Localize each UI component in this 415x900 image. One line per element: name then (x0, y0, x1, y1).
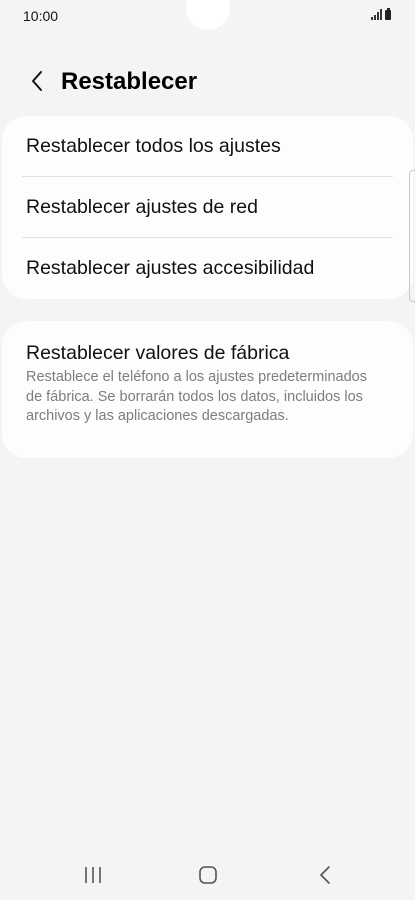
battery-icon (385, 8, 391, 20)
back-icon (320, 866, 330, 884)
status-bar: 10:00 (0, 0, 415, 32)
home-icon (199, 866, 217, 884)
camera-notch (186, 0, 230, 30)
recents-icon (85, 867, 101, 883)
signal-icon (371, 9, 382, 20)
reset-all-settings-label: Restablecer todos los ajustes (26, 135, 281, 157)
reset-all-settings-item[interactable]: Restablecer todos los ajustes (2, 116, 413, 177)
home-button[interactable] (188, 860, 228, 890)
factory-reset-item[interactable]: Restablecer valores de fábrica Restablec… (2, 321, 413, 458)
reset-network-settings-item[interactable]: Restablecer ajustes de red (2, 177, 413, 238)
chevron-left-icon (32, 71, 42, 91)
nav-back-button[interactable] (305, 860, 345, 890)
recents-button[interactable] (73, 860, 113, 890)
factory-reset-title: Restablecer valores de fábrica (26, 342, 290, 364)
factory-reset-card: Restablecer valores de fábrica Restablec… (2, 321, 413, 458)
scrollbar[interactable] (409, 170, 415, 302)
factory-reset-description: Restablece el teléfono a los ajustes pre… (26, 369, 367, 424)
back-button[interactable] (20, 64, 54, 98)
reset-accessibility-settings-label: Restablecer ajustes accesibilidad (26, 257, 315, 279)
status-icons (371, 8, 391, 20)
reset-accessibility-settings-item[interactable]: Restablecer ajustes accesibilidad (2, 238, 413, 299)
navigation-bar (0, 850, 415, 900)
reset-network-settings-label: Restablecer ajustes de red (26, 196, 258, 218)
page-title: Restablecer (61, 68, 198, 95)
status-time: 10:00 (23, 8, 59, 24)
reset-options-card: Restablecer todos los ajustes Restablece… (2, 116, 413, 299)
header: Restablecer (0, 60, 415, 104)
